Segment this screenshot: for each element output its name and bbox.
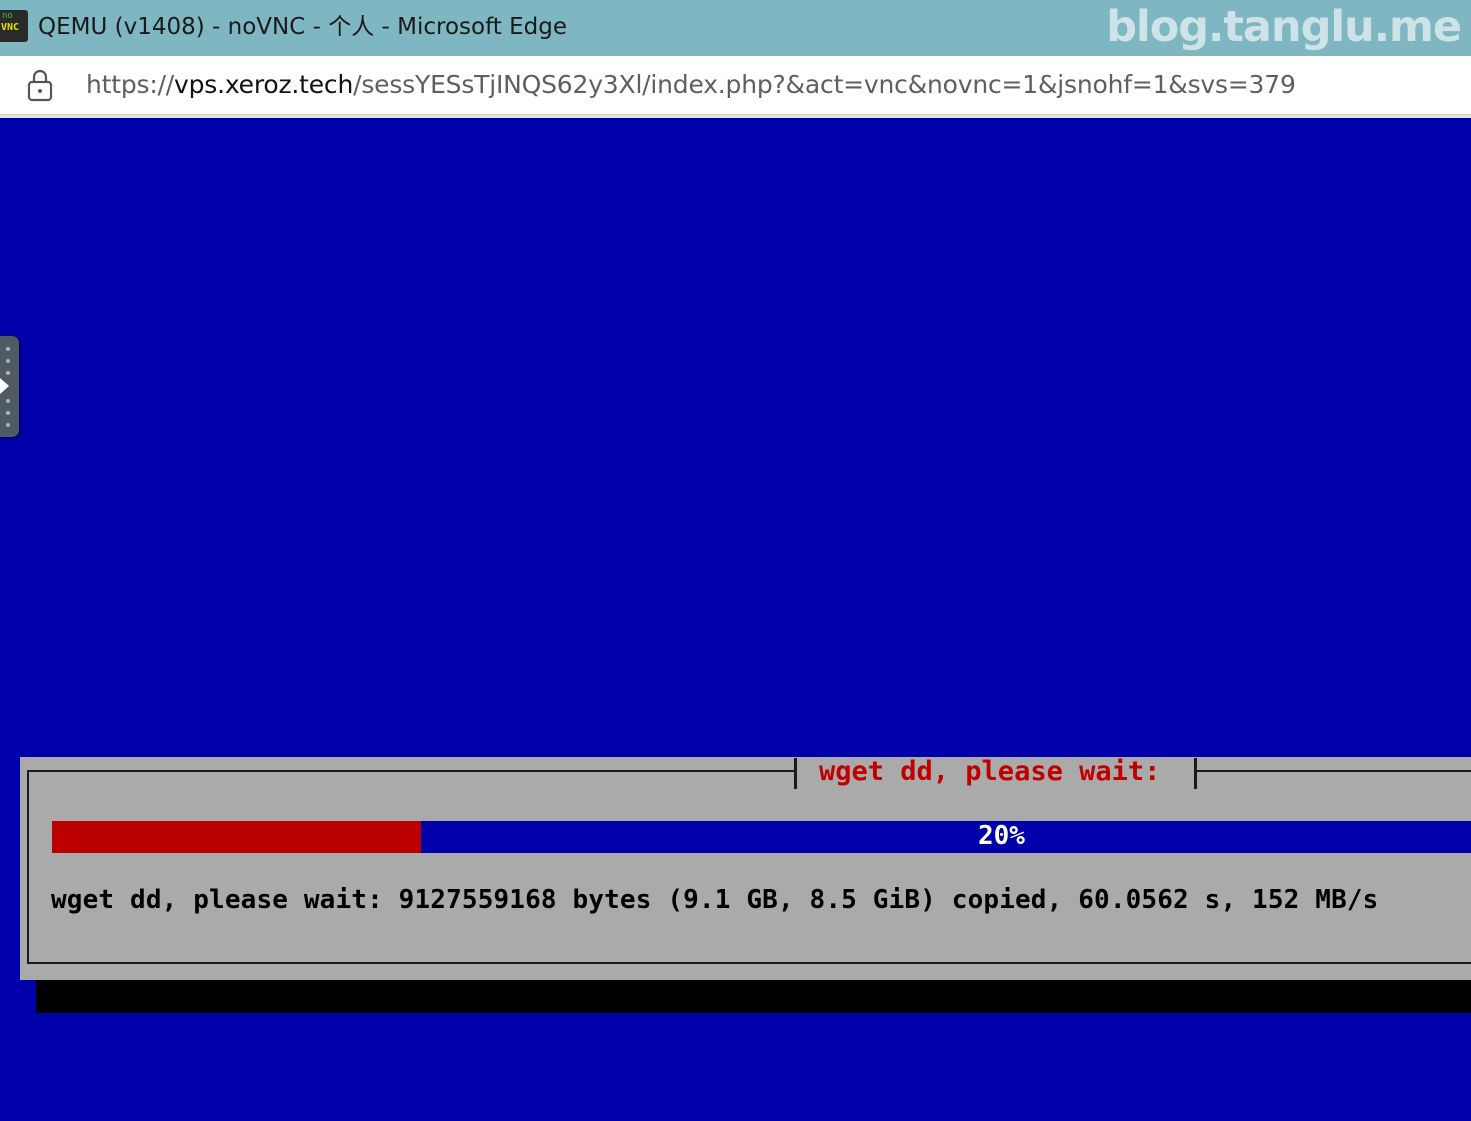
url-prefix: https:// — [86, 70, 175, 99]
dialog-frame-left — [27, 770, 29, 964]
progress-bar — [52, 821, 1471, 853]
dialog-frame-top-left — [27, 770, 797, 772]
handle-grip-bottom-icon — [6, 399, 10, 435]
dialog-title-bracket-right — [1194, 758, 1197, 789]
window-title-bar[interactable]: no VNC QEMU (v1408) - noVNC - 个人 - Micro… — [0, 0, 1471, 56]
expand-arrow-icon[interactable] — [0, 378, 9, 394]
dialog-frame-bottom — [27, 962, 1471, 964]
dialog-shadow — [36, 980, 1471, 1013]
progress-bar-fill — [52, 821, 421, 853]
url-host: vps.xeroz.tech — [174, 70, 354, 99]
url-path: /sessYESsTjINQS62y3Xl/index.php?&act=vnc… — [353, 70, 1296, 99]
dialog-title: wget dd, please wait: — [819, 756, 1161, 787]
app-icon-text-top: no — [2, 11, 13, 21]
lock-icon[interactable] — [26, 67, 54, 103]
novnc-app-icon: no VNC — [0, 10, 28, 42]
watermark: blog.tanglu.me — [1106, 2, 1462, 52]
app-icon-text-bottom: VNC — [1, 22, 20, 33]
window-title: QEMU (v1408) - noVNC - 个人 - Microsoft Ed… — [38, 14, 567, 40]
progress-percent: 20% — [978, 821, 1025, 851]
dialog-frame-top-right — [1195, 770, 1471, 772]
progress-dialog — [20, 757, 1471, 980]
transfer-status: wget dd, please wait: 9127559168 bytes (… — [51, 885, 1379, 915]
dialog-title-bracket-left — [794, 758, 797, 789]
url-field[interactable]: https://vps.xeroz.tech/sessYESsTjINQS62y… — [86, 70, 1296, 100]
